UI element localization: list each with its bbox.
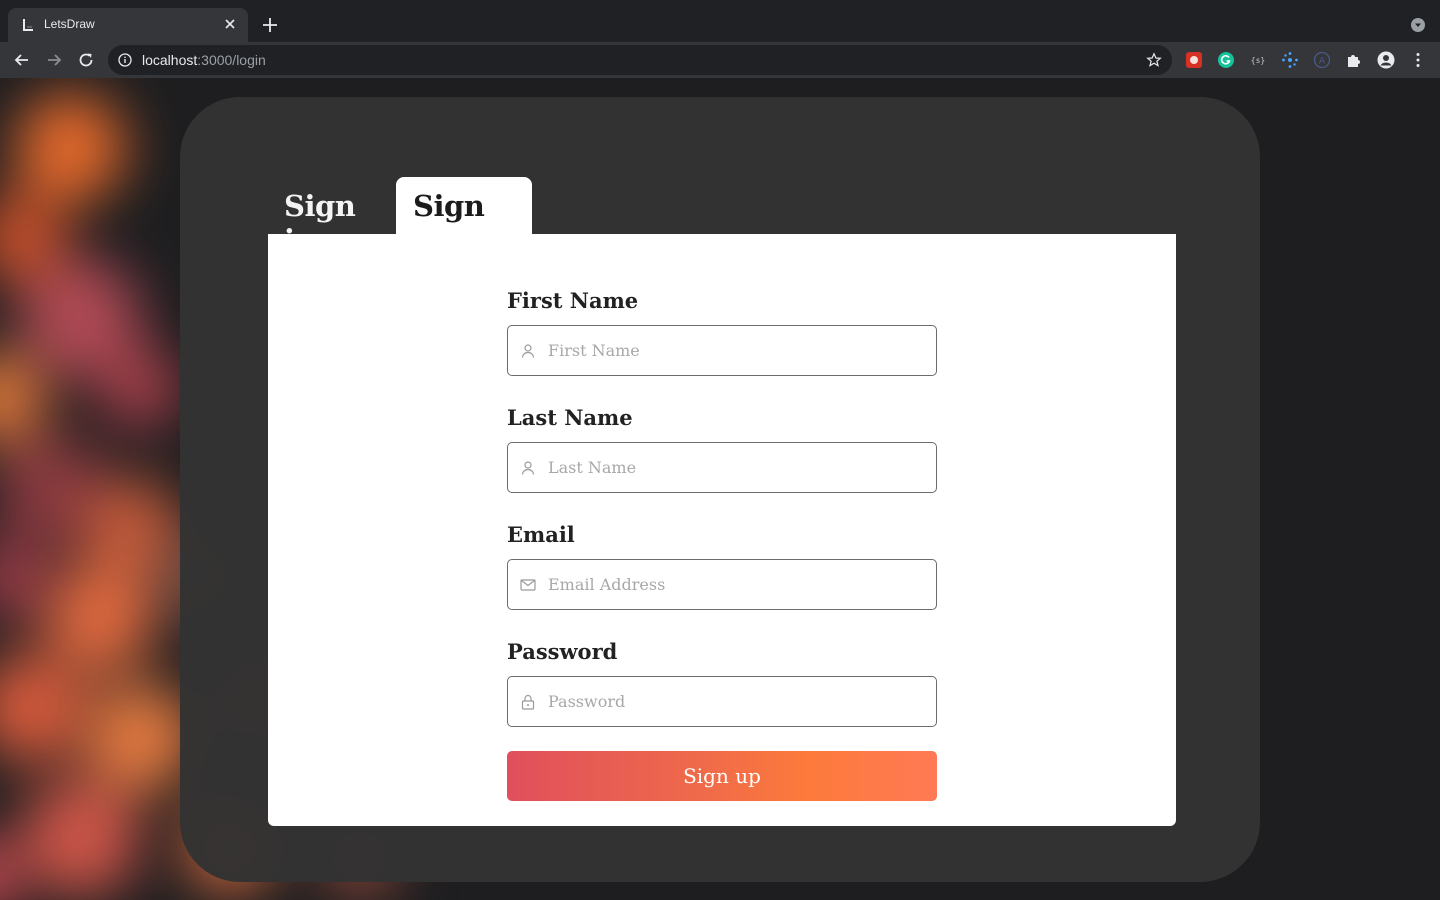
password-label: Password [507,639,618,664]
last-name-label: Last Name [507,405,633,430]
forward-arrow-icon[interactable] [44,50,64,70]
site-info-icon[interactable] [118,53,132,67]
tab-search-chevron-icon[interactable] [1410,17,1426,33]
url-path: :3000/login [197,52,266,68]
mail-icon [520,579,536,591]
first-name-label: First Name [507,288,639,313]
grammarly-icon[interactable] [1217,51,1235,69]
extensions-puzzle-icon[interactable] [1345,51,1363,69]
address-bar[interactable]: localhost:3000/login [108,45,1172,75]
sign-up-button[interactable]: Sign up [507,751,937,801]
first-name-input[interactable] [548,326,928,375]
password-input[interactable] [548,677,928,726]
user-icon [521,461,535,475]
extension-network-icon[interactable] [1281,51,1299,69]
app-favicon-icon [23,19,33,31]
url-host: localhost [142,52,198,68]
svg-text:{s}: {s} [1251,56,1265,65]
user-icon [521,344,535,358]
email-field[interactable] [507,559,937,610]
extension-braces-icon[interactable]: {s} [1249,51,1267,69]
last-name-field[interactable] [507,442,937,493]
tab-title: LetsDraw [44,17,95,31]
last-name-input[interactable] [548,443,928,492]
new-tab-plus-icon[interactable] [260,15,280,35]
more-menu-icon[interactable] [1409,51,1427,69]
url-text: localhost:3000/login [142,52,266,68]
profile-avatar-icon[interactable] [1377,51,1395,69]
extension-red-icon[interactable] [1185,51,1203,69]
browser-toolbar: localhost:3000/login {s} A [0,42,1440,78]
tab-sign-in[interactable]: Sign in [268,177,392,257]
bookmark-star-icon[interactable] [1146,52,1162,68]
email-input[interactable] [548,560,928,609]
extension-a-icon[interactable]: A [1313,51,1331,69]
email-label: Email [507,522,575,547]
svg-text:A: A [1319,57,1326,67]
close-icon[interactable] [222,16,238,32]
password-field[interactable] [507,676,937,727]
first-name-field[interactable] [507,325,937,376]
reload-icon[interactable] [76,50,96,70]
tab-sign-up[interactable]: Sign up [396,177,532,257]
back-arrow-icon[interactable] [12,50,32,70]
browser-tab-strip: LetsDraw [0,0,1440,42]
browser-tab[interactable]: LetsDraw [8,8,248,42]
sign-up-form: First Name Last Name Email Password [268,234,1176,826]
lock-icon [521,694,535,710]
